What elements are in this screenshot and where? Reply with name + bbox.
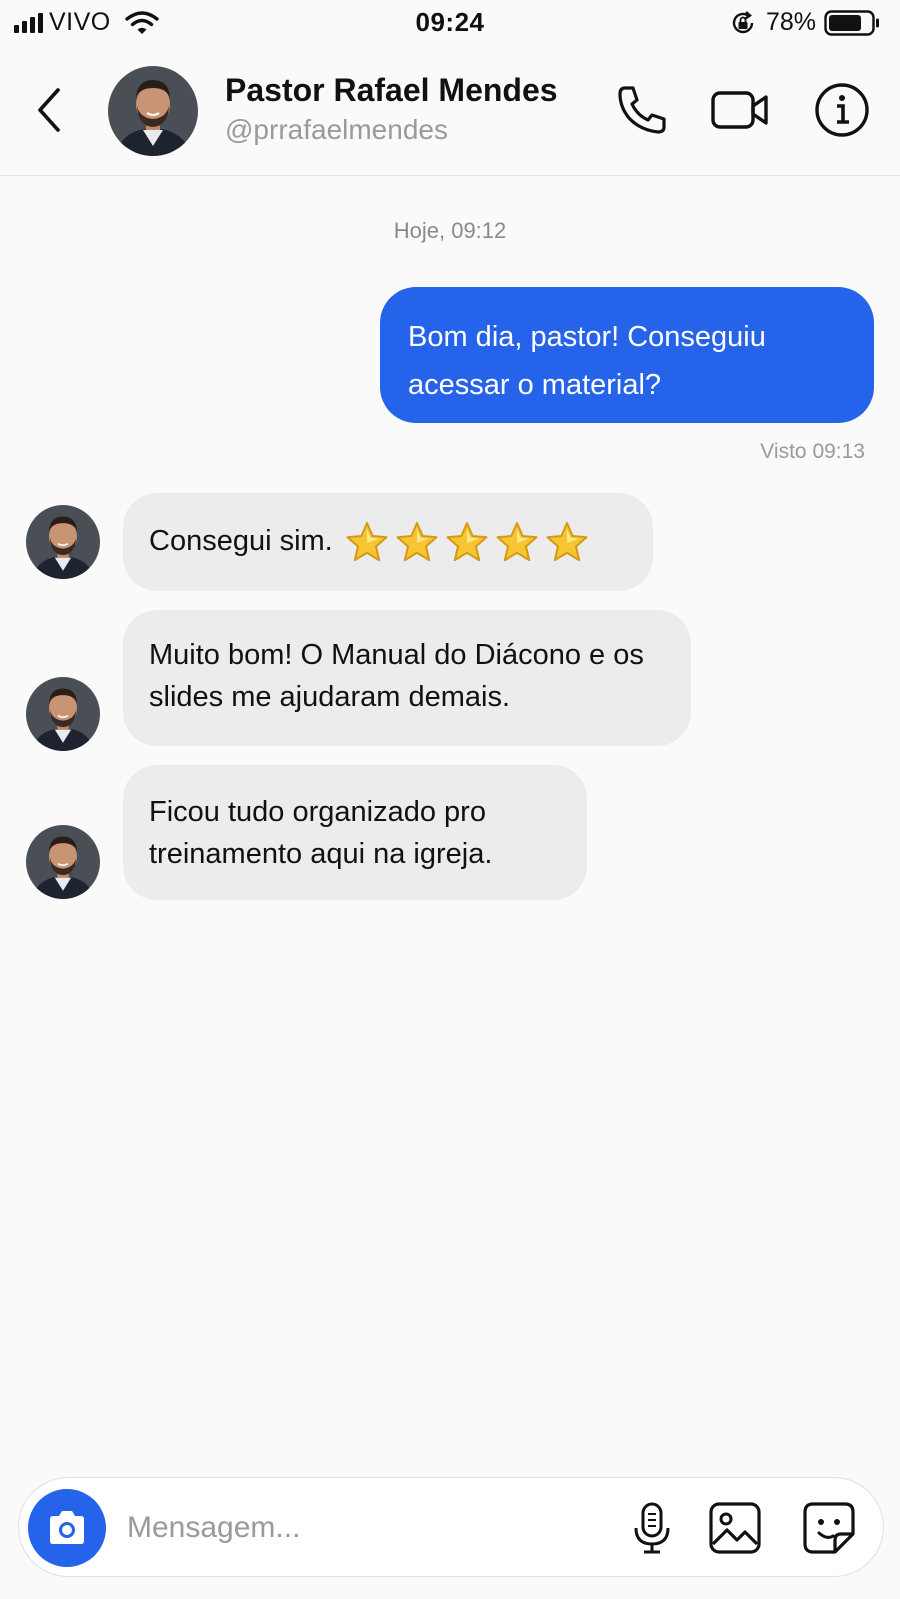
camera-button[interactable] xyxy=(28,1489,106,1567)
outgoing-message[interactable]: Bom dia, pastor! Conseguiu acessar o mat… xyxy=(380,287,874,423)
microphone-button[interactable] xyxy=(624,1500,680,1556)
back-button[interactable] xyxy=(30,82,70,138)
info-button[interactable] xyxy=(812,80,872,140)
orientation-lock-icon xyxy=(732,10,754,33)
sender-avatar[interactable] xyxy=(26,825,100,899)
sticker-button[interactable] xyxy=(801,1500,857,1556)
contact-avatar[interactable] xyxy=(108,66,198,156)
gallery-button[interactable] xyxy=(707,1500,763,1556)
incoming-message[interactable]: Consegui sim. xyxy=(123,493,653,591)
incoming-message[interactable]: Ficou tudo organizado pro treinamento aq… xyxy=(123,765,587,900)
contact-handle: @prrafaelmendes xyxy=(225,114,448,145)
battery-percent: 78% xyxy=(765,8,816,36)
incoming-message[interactable]: Muito bom! O Manual do Diácono e os slid… xyxy=(123,610,691,746)
sender-avatar[interactable] xyxy=(26,505,100,579)
chat-header: Pastor Rafael Mendes @prrafaelmendes xyxy=(0,46,900,176)
star-icon xyxy=(346,522,388,562)
phone-call-button[interactable] xyxy=(612,80,672,140)
message-text: Consegui sim. xyxy=(149,525,333,557)
status-bar: VIVO 09:24 78% xyxy=(0,0,900,46)
date-separator: Hoje, 09:12 xyxy=(393,218,507,243)
avatar-portrait xyxy=(26,677,100,751)
star-icon xyxy=(496,522,538,562)
message-input[interactable] xyxy=(127,1504,597,1552)
video-call-button[interactable] xyxy=(710,80,770,140)
seen-receipt: Visto 09:13 xyxy=(760,440,865,463)
camera-icon xyxy=(50,1511,84,1544)
battery-icon xyxy=(824,9,879,36)
contact-name: Pastor Rafael Mendes xyxy=(225,72,558,108)
star-rating xyxy=(345,521,589,563)
sender-avatar[interactable] xyxy=(26,677,100,751)
avatar-portrait xyxy=(26,505,100,579)
avatar-portrait xyxy=(26,825,100,899)
star-icon xyxy=(546,522,588,562)
avatar-portrait xyxy=(108,66,198,156)
message-composer xyxy=(18,1477,884,1577)
star-icon xyxy=(396,522,438,562)
star-icon xyxy=(446,522,488,562)
